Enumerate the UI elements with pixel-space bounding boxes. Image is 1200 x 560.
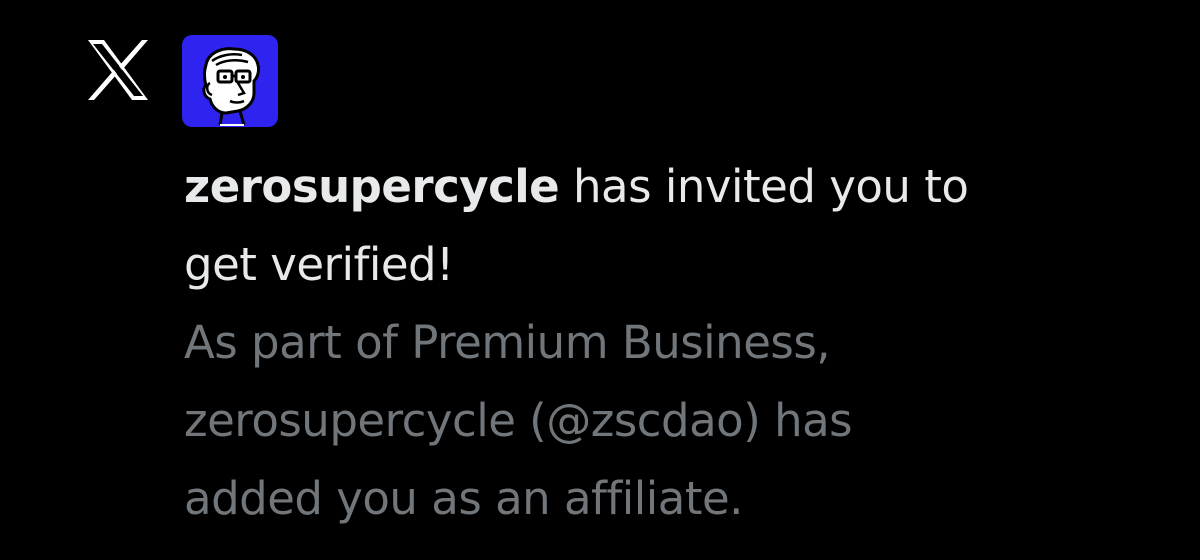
headline-line-1-rest: has invited you to bbox=[559, 160, 969, 213]
body-line-2: zerosupercycle (@zscdao) has bbox=[184, 394, 853, 447]
body-line-1: As part of Premium Business, bbox=[184, 316, 831, 369]
username-link[interactable]: zerosupercycle bbox=[184, 160, 560, 213]
x-logo-icon bbox=[84, 36, 152, 104]
headline-line-1: zerosupercycle has invited you to bbox=[184, 148, 1184, 226]
notification-headline: zerosupercycle has invited you to get ve… bbox=[184, 148, 1184, 304]
headline-line-2: get verified! bbox=[184, 238, 454, 291]
body-line-3: added you as an affiliate. bbox=[184, 472, 743, 525]
notification-text: zerosupercycle has invited you to get ve… bbox=[184, 148, 1184, 538]
user-avatar[interactable] bbox=[182, 35, 278, 127]
notification-body: As part of Premium Business, zerosupercy… bbox=[184, 304, 1184, 538]
